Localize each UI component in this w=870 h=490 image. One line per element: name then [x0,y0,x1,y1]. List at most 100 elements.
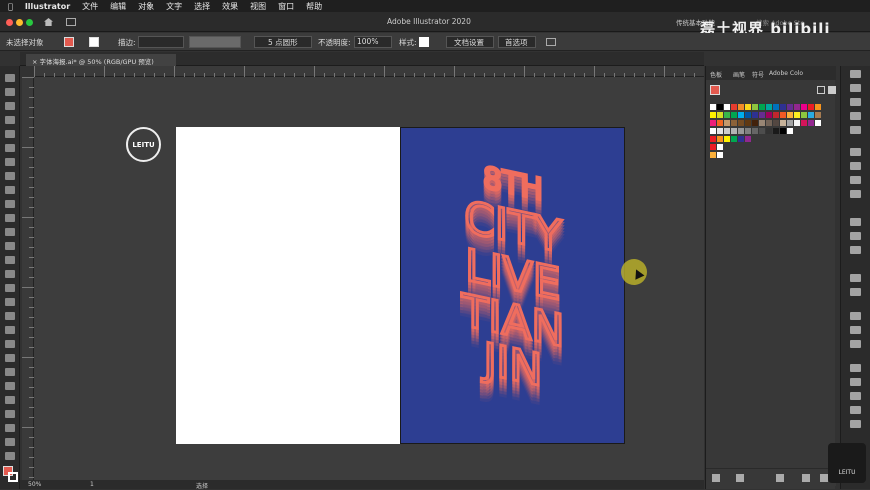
brushes-icon[interactable] [850,176,861,184]
color-swatch[interactable] [787,104,793,110]
color-swatch[interactable] [752,128,758,134]
color-swatch[interactable] [794,120,800,126]
pen-tool-icon[interactable] [5,130,15,138]
direct-selection-tool-icon[interactable] [5,88,15,96]
color-swatch[interactable] [717,136,723,142]
color-swatch[interactable] [731,128,737,134]
apple-icon[interactable]:  [8,2,13,11]
zoom-tool-icon[interactable] [5,452,15,460]
maximize-window-button[interactable] [26,19,33,26]
curvature-tool-icon[interactable] [5,144,15,152]
artboard-right[interactable]: 8TH 8TH 8TH 8TH 8TH 8TH 8TH CITY CITY CITY CITY CIT… [400,127,625,444]
minimize-window-button[interactable] [16,19,23,26]
panel-fill-swatch[interactable] [710,85,720,95]
color-swatch[interactable] [710,152,716,158]
transparency-icon[interactable] [850,246,861,254]
color-swatch[interactable] [794,104,800,110]
new-swatch-icon[interactable] [802,474,810,482]
menu-object[interactable]: 对象 [138,1,154,12]
color-swatch[interactable] [808,112,814,118]
color-swatch[interactable] [717,152,723,158]
variable-width-profile[interactable] [189,36,241,48]
color-swatch[interactable] [717,128,723,134]
line-tool-icon[interactable] [5,172,15,180]
delete-swatch-icon[interactable] [820,474,828,482]
color-swatch[interactable] [759,128,765,134]
graph-tool-icon[interactable] [5,396,15,404]
color-swatch[interactable] [759,120,765,126]
color-swatch[interactable] [752,112,758,118]
zoom-level[interactable]: 50% [28,481,41,488]
menu-view[interactable]: 视图 [250,1,266,12]
color-swatch[interactable] [724,112,730,118]
artboard-tool-icon[interactable] [5,410,15,418]
shape-builder-tool-icon[interactable] [5,298,15,306]
menu-file[interactable]: 文件 [82,1,98,12]
eyedropper-tool-icon[interactable] [5,354,15,362]
color-swatch[interactable] [738,104,744,110]
magic-wand-tool-icon[interactable] [5,102,15,110]
stroke-swatch-icon[interactable] [8,472,18,482]
libraries-icon[interactable] [850,98,861,106]
color-swatch[interactable] [773,104,779,110]
color-swatch[interactable] [766,128,772,134]
menu-help[interactable]: 帮助 [306,1,322,12]
artboards-icon[interactable] [850,326,861,334]
type-tool-icon[interactable] [5,158,15,166]
show-kinds-icon[interactable] [736,474,744,482]
color-swatch[interactable] [710,136,716,142]
rectangle-tool-icon[interactable] [5,186,15,194]
color-swatch[interactable] [780,120,786,126]
layers-panel-icon[interactable] [850,312,861,320]
free-transform-tool-icon[interactable] [5,284,15,292]
tab-symbols[interactable]: 符号 [752,70,764,79]
color-swatch[interactable] [752,120,758,126]
character-icon[interactable] [850,406,861,414]
perspective-grid-tool-icon[interactable] [5,312,15,320]
color-swatch[interactable] [731,112,737,118]
color-swatch[interactable] [724,120,730,126]
color-swatch[interactable] [766,120,772,126]
list-view-icon[interactable] [817,86,825,94]
color-swatch[interactable] [780,112,786,118]
menu-edit[interactable]: 编辑 [110,1,126,12]
graphic-style-swatch[interactable] [419,37,429,47]
color-swatch[interactable] [731,136,737,142]
color-swatch[interactable] [815,104,821,110]
color-swatch[interactable] [773,112,779,118]
mesh-tool-icon[interactable] [5,326,15,334]
color-swatch[interactable] [801,104,807,110]
color-swatch[interactable] [787,112,793,118]
color-swatch[interactable] [766,112,772,118]
color-swatch[interactable] [738,136,744,142]
grid-view-icon[interactable] [828,86,836,94]
menu-effect[interactable]: 效果 [222,1,238,12]
symbols-icon[interactable] [850,190,861,198]
paragraph-icon[interactable] [850,420,861,428]
image-trace-icon[interactable] [850,112,861,120]
color-swatch[interactable] [738,120,744,126]
slice-tool-icon[interactable] [5,424,15,432]
color-swatch[interactable] [745,112,751,118]
color-guide-icon[interactable] [850,162,861,170]
color-swatch[interactable] [766,104,772,110]
color-swatch[interactable] [759,104,765,110]
color-swatch[interactable] [717,112,723,118]
color-swatch[interactable] [808,120,814,126]
color-swatch[interactable] [710,120,716,126]
pencil-tool-icon[interactable] [5,214,15,222]
color-swatch[interactable] [724,128,730,134]
color-swatch[interactable] [738,112,744,118]
color-swatch[interactable] [801,120,807,126]
stroke-panel-icon[interactable] [850,218,861,226]
color-swatch[interactable] [773,128,779,134]
color-swatch[interactable] [710,104,716,110]
gradient-panel-icon[interactable] [850,232,861,240]
color-swatch[interactable] [710,112,716,118]
app-menu[interactable]: Illustrator [25,2,70,11]
color-swatch[interactable] [773,120,779,126]
color-swatch[interactable] [724,136,730,142]
color-swatch[interactable] [780,104,786,110]
color-swatch[interactable] [745,128,751,134]
pathfinder-icon[interactable] [850,364,861,372]
